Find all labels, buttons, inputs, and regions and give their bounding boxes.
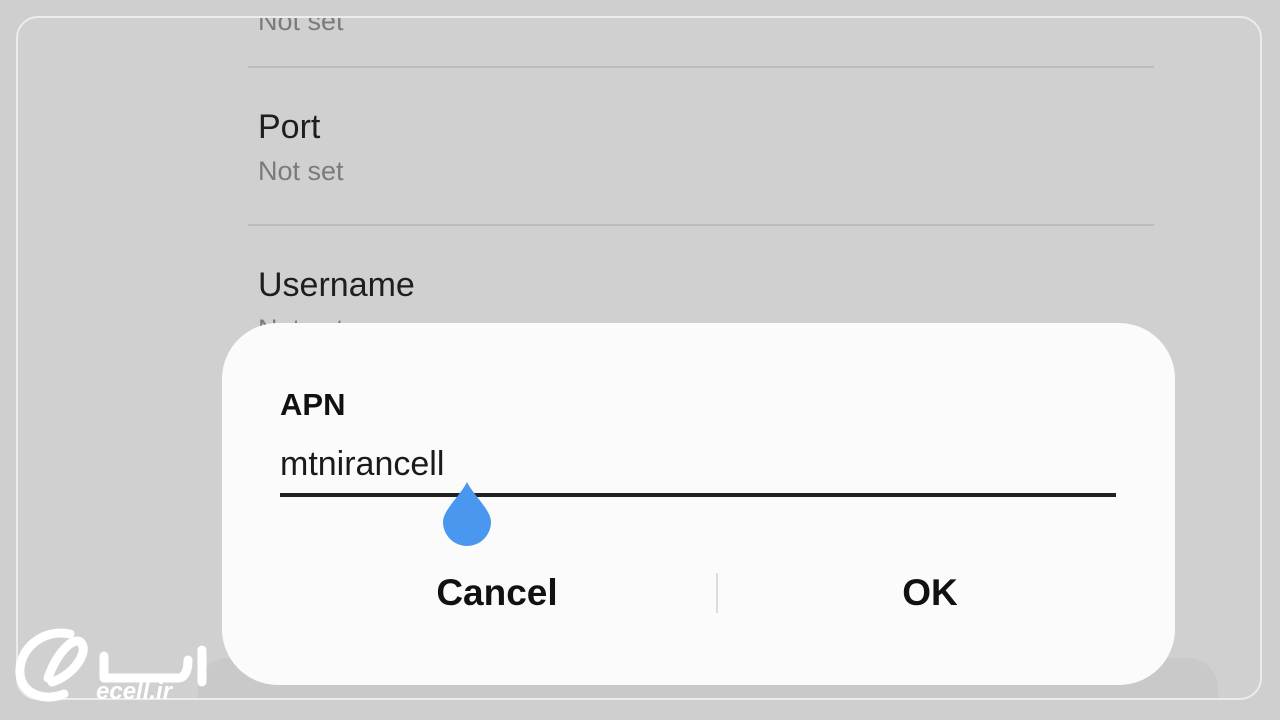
text-cursor-handle-icon[interactable]: [440, 480, 494, 546]
cancel-button[interactable]: Cancel: [262, 559, 732, 627]
watermark-domain: ecell.ir: [96, 678, 173, 705]
setting-title-port: Port: [258, 108, 321, 146]
apn-input[interactable]: [280, 435, 1116, 497]
setting-title-username: Username: [258, 266, 415, 304]
apn-edit-dialog: APN Cancel OK: [222, 323, 1175, 685]
button-divider: [716, 573, 718, 613]
ecell-watermark: ecell.ir: [12, 620, 222, 712]
ok-button[interactable]: OK: [720, 559, 1140, 627]
dialog-title: APN: [280, 387, 346, 422]
setting-row-port[interactable]: Port Not set: [248, 68, 1154, 224]
setting-value-previous: Not set: [258, 16, 344, 36]
setting-value-port: Not set: [258, 156, 344, 186]
